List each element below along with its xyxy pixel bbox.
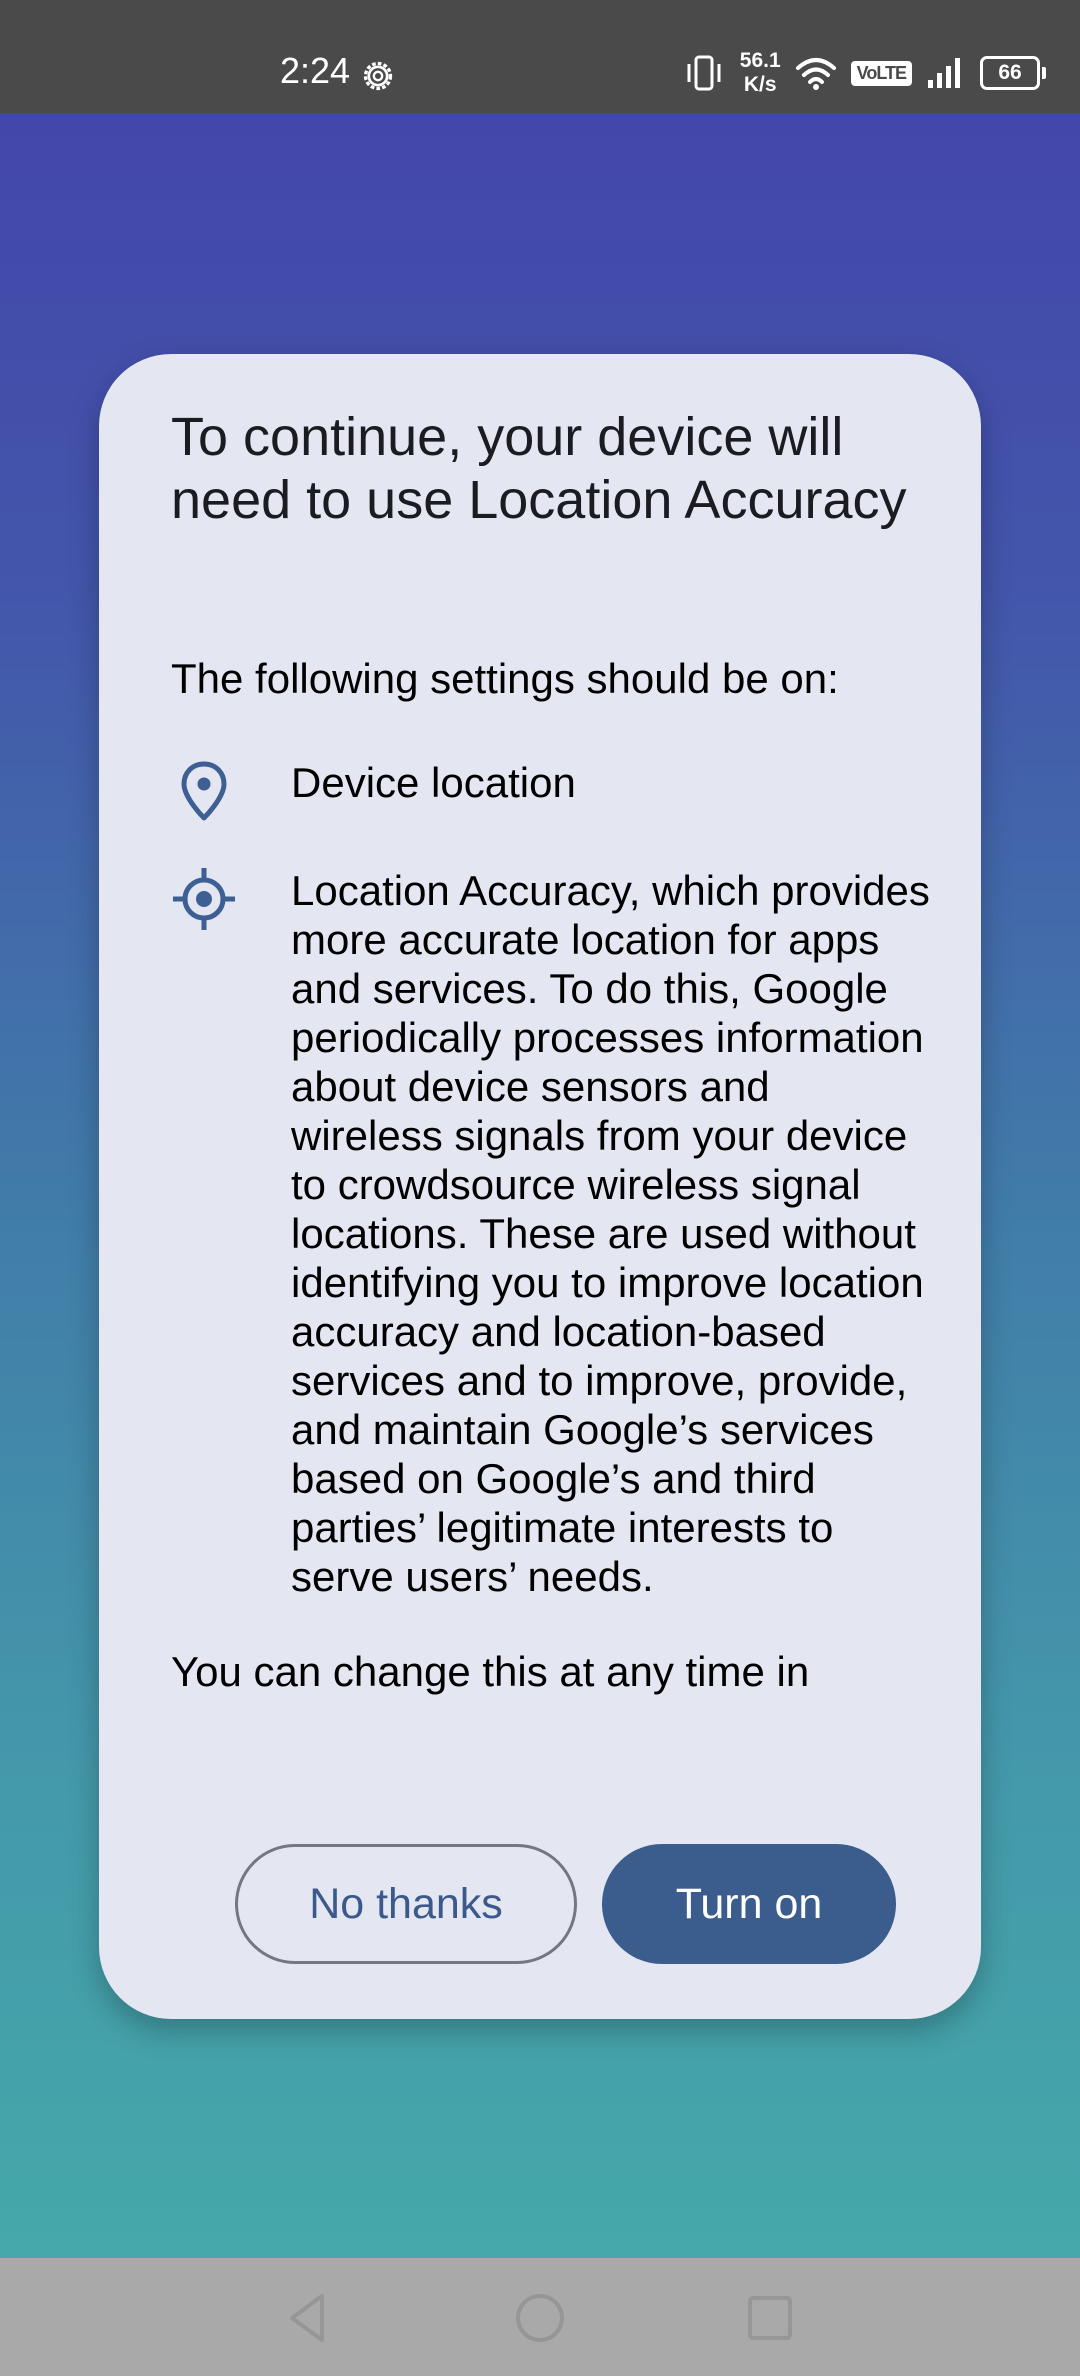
volte-icon: VoLTE <box>850 60 912 86</box>
home-icon[interactable] <box>510 2288 570 2348</box>
no-thanks-button[interactable]: No thanks <box>235 1844 577 1964</box>
net-speed-unit: K/s <box>743 73 777 96</box>
dialog-content: The following settings should be on: Dev… <box>171 654 931 1794</box>
dialog-footer-text: You can change this at any time in <box>171 1648 810 1695</box>
dialog-scroll-area[interactable]: The following settings should be on: Dev… <box>99 354 981 1794</box>
wifi-icon <box>795 58 836 90</box>
back-icon[interactable] <box>278 2288 338 2348</box>
turn-on-button[interactable]: Turn on <box>602 1844 896 1964</box>
net-speed-value: 56.1 <box>739 49 781 72</box>
setting-item-device-location: Device location <box>171 758 931 821</box>
location-pin-icon <box>181 761 227 821</box>
recent-apps-icon[interactable] <box>740 2288 800 2348</box>
signal-icon <box>928 58 960 88</box>
battery-level: 66 <box>998 61 1022 84</box>
status-bar: 2:24 56.1 K/s VoLTE 66 <box>0 0 1080 113</box>
status-icons: 56.1 K/s VoLTE 66 <box>668 48 1046 98</box>
network-speed: 56.1 K/s <box>740 49 781 97</box>
gps-target-icon <box>173 868 235 930</box>
setting-item-label: Device location <box>291 759 576 806</box>
battery-icon: 66 <box>980 56 1046 90</box>
status-time: 2:24 <box>280 50 351 91</box>
dialog-subheading: The following settings should be on: <box>171 655 839 702</box>
navigation-bar <box>0 2258 1080 2376</box>
settings-gear-icon <box>363 61 393 91</box>
setting-item-label: Location Accuracy, which provides more a… <box>291 867 930 1600</box>
location-accuracy-dialog: To continue, your device will need to us… <box>99 354 981 2019</box>
setting-item-location-accuracy: Location Accuracy, which provides more a… <box>171 866 931 1601</box>
vibrate-icon <box>687 55 721 91</box>
